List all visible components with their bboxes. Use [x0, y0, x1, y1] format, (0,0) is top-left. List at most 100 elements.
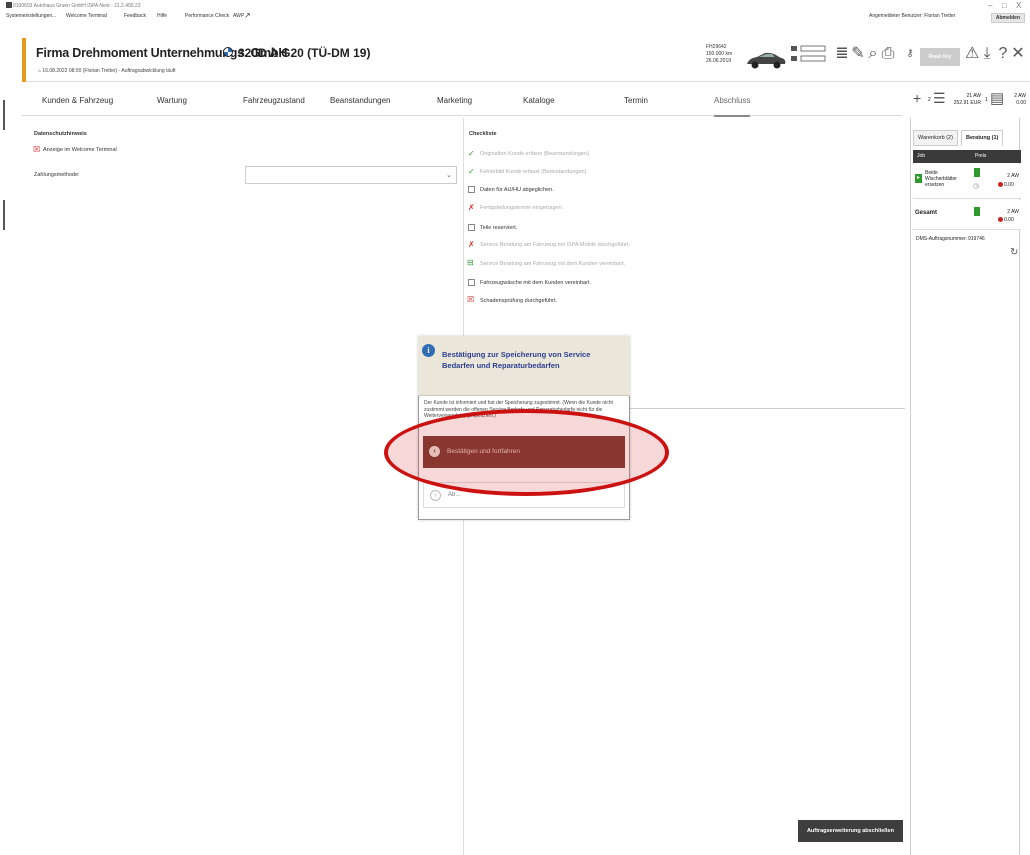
- header-accent: [22, 38, 26, 82]
- advice-aw: 2 AW: [1014, 93, 1026, 99]
- checklist-item: Originalton Kunde erfasst (Beanstandunge…: [480, 151, 591, 157]
- cart-count: 2: [928, 97, 931, 103]
- help-icon[interactable]: ?: [996, 44, 1010, 64]
- vehicle-info: FH29642 150.000 km 26.06.2019: [706, 44, 732, 65]
- tab-maintenance[interactable]: Wartung: [157, 96, 187, 105]
- clock-icon: ◷: [973, 183, 980, 190]
- mileage: 150.000 km: [706, 51, 733, 57]
- cart-eur: 252.91 EUR: [953, 100, 981, 106]
- total-price: 0.00: [1004, 217, 1014, 223]
- menu-welcome-terminal[interactable]: Welcome Terminal: [66, 13, 107, 19]
- job-price-bar: [974, 168, 980, 177]
- logged-in-user: Angemeldeter Benutzer: Florian Tretter: [869, 13, 956, 19]
- payment-method-select[interactable]: ⌄: [245, 166, 457, 184]
- minimize-button[interactable]: –: [988, 1, 992, 10]
- order-status-text: 16.08.2022 08:00 (Florian Tretter) - Auf…: [42, 68, 176, 74]
- tab-vehicle-condition[interactable]: Fahrzeugzustand: [243, 96, 305, 105]
- total-aw: 2 AW: [1007, 209, 1019, 215]
- welcome-terminal-checkbox[interactable]: ☒: [33, 146, 40, 154]
- print-icon[interactable]: ⎙: [881, 44, 895, 64]
- tab-complaints[interactable]: Beanstandungen: [330, 96, 391, 105]
- checklist-title: Checkliste: [469, 131, 497, 137]
- menu-awp[interactable]: AWP: [233, 13, 244, 19]
- dms-number: 919746: [968, 236, 985, 242]
- checklist-checkbox[interactable]: [468, 279, 475, 286]
- car-icon: [747, 52, 786, 69]
- tab-catalogs[interactable]: Kataloge: [523, 96, 555, 105]
- total-label: Gesamt: [915, 210, 938, 216]
- job-name: Beide Wischerblätter ersetzen: [925, 170, 957, 188]
- cart-icon[interactable]: ☰: [933, 90, 946, 107]
- refresh-icon[interactable]: ↻: [1010, 247, 1018, 258]
- tab-advice[interactable]: Beratung (1): [961, 130, 1004, 146]
- edit-icon[interactable]: ✎: [851, 44, 865, 64]
- read-key-button[interactable]: Read Key: [920, 48, 960, 66]
- logout-button[interactable]: Abmelden: [990, 13, 1025, 23]
- job-row[interactable]: ▸ Beide Wischerblätter ersetzen ◷ 2 AW 0…: [913, 164, 1021, 199]
- left-edge-mark: [3, 100, 5, 130]
- checklist-item: Fehlerbild Kunde erfasst (Beanstandungen…: [480, 169, 588, 175]
- download-icon[interactable]: ⤓: [980, 44, 994, 64]
- list-count: 1: [985, 97, 988, 103]
- cart-aw: 21 AW: [966, 93, 981, 99]
- dms-label: DMS-Auftragsnummer:: [916, 236, 968, 242]
- maximize-button[interactable]: □: [1002, 1, 1007, 10]
- tab-customer-vehicle[interactable]: Kunden & Fahrzeug: [42, 96, 113, 105]
- tab-completion[interactable]: Abschluss: [714, 96, 751, 117]
- col-job: Job: [917, 153, 926, 159]
- partial-check-icon: ⊟: [467, 258, 474, 267]
- attachment-icon[interactable]: ⌕: [866, 44, 880, 64]
- job-price: 0.00: [1004, 182, 1014, 188]
- chevron-right-icon: ›: [430, 490, 441, 501]
- cross-icon: ✗: [468, 240, 475, 249]
- order-subline: ⌂ 16.08.2022 08:00 (Florian Tretter) - A…: [38, 68, 176, 74]
- total-row: Gesamt 2 AW 0.00: [913, 200, 1021, 230]
- welcome-terminal-label: Anzeige im Welcome Terminal: [43, 147, 117, 153]
- tab-appointment[interactable]: Termin: [624, 96, 648, 105]
- menu-bar: Systemeinstellungen... Welcome Terminal …: [0, 10, 1030, 23]
- menu-help[interactable]: Hilfe: [157, 13, 167, 19]
- tab-cart[interactable]: Warenkorb (2): [913, 130, 958, 146]
- document-icon[interactable]: ▤: [990, 89, 1004, 107]
- bmw-logo-icon: [223, 47, 233, 57]
- checklist-icon[interactable]: ≣: [835, 44, 849, 64]
- checklist-item: Service Beratung am Fahrzeug mit dem Kun…: [480, 261, 626, 267]
- job-table-header: Job Preis: [913, 150, 1021, 163]
- check-icon: ✓: [468, 167, 475, 176]
- fuel-gauge-icon: [791, 45, 826, 62]
- alert-icon: [998, 217, 1003, 222]
- checklist-item: Daten für AU/HU abgeglichen.: [480, 187, 554, 193]
- checklist-checkbox[interactable]: [468, 186, 475, 193]
- registration-date: 26.06.2019: [706, 58, 732, 64]
- close-window-button[interactable]: X: [1016, 1, 1021, 10]
- secondary-label: Ab...: [448, 492, 461, 498]
- col-price: Preis: [975, 153, 987, 159]
- checklist-item: Fertigstellungstermin eingetragen.: [480, 205, 564, 211]
- menu-system-settings[interactable]: Systemeinstellungen...: [6, 13, 56, 19]
- main-left-panel: [22, 118, 464, 855]
- alert-icon: [998, 182, 1003, 187]
- advice-eur: 0.00: [1016, 100, 1026, 106]
- privacy-notice-title: Datenschutzhinweis: [34, 131, 87, 137]
- cross-icon: ✗: [468, 203, 475, 212]
- vin: FH29642: [706, 44, 727, 50]
- menu-feedback[interactable]: Feedback: [124, 13, 146, 19]
- warning-icon[interactable]: ⚠: [965, 44, 979, 64]
- finish-order-button[interactable]: Auftragserweiterung abschließen: [798, 820, 903, 842]
- key-icon[interactable]: ⚷: [903, 44, 917, 64]
- checklist-item: Schadensprüfung durchgeführt.: [480, 298, 558, 304]
- add-icon[interactable]: +: [913, 90, 921, 106]
- window-title: 0100603 Autohaus Gruen GmbH ISPA Next - …: [13, 3, 141, 9]
- menu-performance-check[interactable]: Performance Check: [185, 13, 229, 19]
- tab-marketing[interactable]: Marketing: [437, 96, 472, 105]
- failed-checkbox-icon[interactable]: ☒: [467, 296, 474, 304]
- payment-method-label: Zahlungsmethode:: [34, 172, 80, 178]
- job-status-icon: ▸: [915, 174, 922, 183]
- dialog-title: Bestätigung zur Speicherung von Service …: [442, 350, 591, 370]
- checklist-checkbox[interactable]: [468, 224, 475, 231]
- external-link-icon[interactable]: ↗: [244, 11, 251, 20]
- order-summary: + 2 ☰ 21 AW 252.91 EUR 1 ▤ 2 AW 0.00: [905, 86, 1030, 116]
- close-order-icon[interactable]: ✕: [1011, 44, 1025, 64]
- checklist-item: Service Beratung am Fahrzeug mit ISPA Mo…: [480, 242, 630, 248]
- job-aw: 2 AW: [1007, 173, 1019, 179]
